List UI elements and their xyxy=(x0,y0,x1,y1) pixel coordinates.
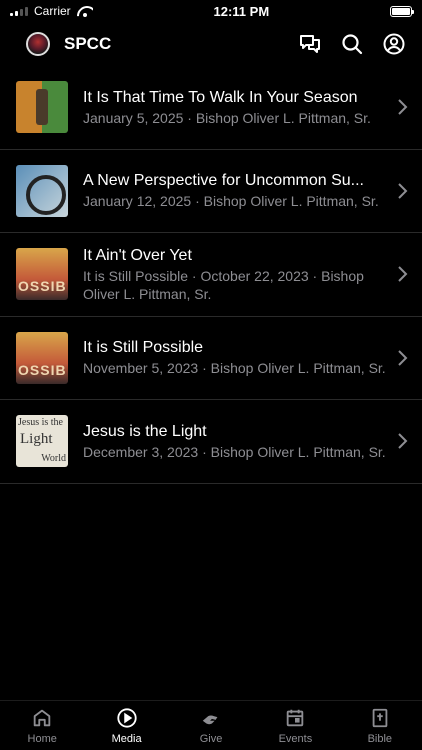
status-bar: Carrier 12:11 PM xyxy=(0,0,422,22)
item-meta: It is Still Possible · October 22, 2023 … xyxy=(83,267,364,302)
list-item[interactable]: It Is That Time To Walk In Your Season J… xyxy=(0,66,422,150)
list-item[interactable]: OSSIB It Ain't Over Yet It is Still Poss… xyxy=(0,233,422,317)
search-icon[interactable] xyxy=(340,32,364,56)
chat-icon[interactable] xyxy=(298,32,322,56)
give-icon xyxy=(202,714,218,724)
item-title: It Ain't Over Yet xyxy=(83,246,192,264)
account-icon[interactable] xyxy=(382,32,406,56)
carrier-label: Carrier xyxy=(34,4,71,18)
list-item[interactable]: OSSIB It is Still Possible November 5, 2… xyxy=(0,317,422,400)
sermon-thumbnail xyxy=(16,164,68,217)
sermon-thumbnail: OSSIB xyxy=(16,248,68,301)
sermon-thumbnail: OSSIB xyxy=(16,331,68,384)
item-title: Jesus is the Light xyxy=(83,422,207,440)
tab-label: Events xyxy=(278,732,313,745)
home-icon xyxy=(33,709,51,726)
status-left: Carrier xyxy=(10,4,93,18)
tab-bar: Home Media Give Events Bible xyxy=(0,700,422,750)
chevron-right-icon xyxy=(396,264,410,284)
item-title: A New Perspective for Uncommon Su... xyxy=(83,172,364,190)
church-logo xyxy=(26,32,50,56)
thumbnail-text: OSSIB xyxy=(18,361,67,378)
thumbnail-text: Light xyxy=(20,431,53,448)
tab-home[interactable]: Home xyxy=(0,701,84,750)
item-meta: December 3, 2023 · Bishop Oliver L. Pitt… xyxy=(83,443,386,460)
thumbnail-text: Jesus is the xyxy=(18,417,63,429)
battery-icon xyxy=(389,5,414,17)
header-actions xyxy=(298,32,406,56)
chevron-right-icon xyxy=(396,431,410,451)
item-meta: January 5, 2025 · Bishop Oliver L. Pittm… xyxy=(83,109,371,126)
list-item[interactable]: Jesus is the Light World Jesus is the Li… xyxy=(0,400,422,484)
bible-icon xyxy=(372,708,388,727)
chevron-right-icon xyxy=(396,181,410,201)
app-title: SPCC xyxy=(64,34,112,53)
app-header: SPCC xyxy=(0,22,422,66)
sermon-thumbnail xyxy=(16,81,68,134)
signal-icon xyxy=(10,6,28,16)
list-item[interactable]: A New Perspective for Uncommon Su... Jan… xyxy=(0,150,422,233)
item-title: It Is That Time To Walk In Your Season xyxy=(83,88,358,106)
media-list: It Is That Time To Walk In Your Season J… xyxy=(0,66,422,484)
clock: 12:11 PM xyxy=(213,3,270,19)
chevron-right-icon xyxy=(396,348,410,368)
tab-label: Media xyxy=(111,732,142,745)
calendar-icon xyxy=(287,709,304,726)
chevron-right-icon xyxy=(396,97,410,117)
thumbnail-text: OSSIB xyxy=(18,278,67,295)
thumbnail-text: World xyxy=(41,453,66,465)
tab-bible[interactable]: Bible xyxy=(338,701,422,750)
tab-label: Give xyxy=(199,732,223,745)
wifi-icon xyxy=(77,6,93,17)
play-icon xyxy=(116,707,137,728)
tab-give[interactable]: Give xyxy=(169,701,253,750)
tab-events[interactable]: Events xyxy=(253,701,337,750)
item-meta: November 5, 2023 · Bishop Oliver L. Pitt… xyxy=(83,360,386,377)
tab-media[interactable]: Media xyxy=(84,701,168,750)
tab-label: Home xyxy=(27,732,57,745)
sermon-thumbnail: Jesus is the Light World xyxy=(16,415,68,468)
item-meta: January 12, 2025 · Bishop Oliver L. Pitt… xyxy=(83,193,379,210)
tab-label: Bible xyxy=(367,732,393,745)
item-title: It is Still Possible xyxy=(83,339,204,357)
